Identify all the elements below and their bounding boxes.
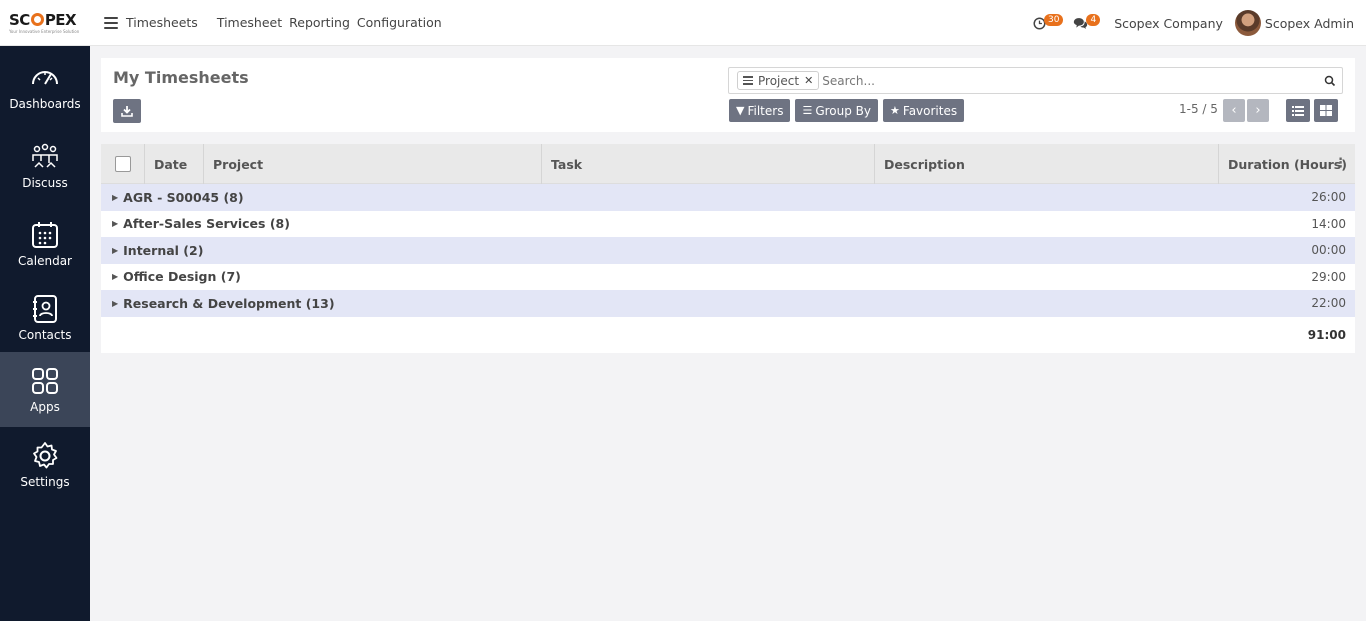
kanban-grid-icon xyxy=(1320,105,1332,116)
caret-right-icon: ▶ xyxy=(112,192,119,202)
sidebar-item-calendar[interactable]: Calendar xyxy=(0,204,90,282)
star-icon: ★ xyxy=(890,104,900,117)
activity-badge: 30 xyxy=(1044,14,1064,26)
menu-timesheet[interactable]: Timesheet xyxy=(217,15,282,30)
bars-icon: ☰ xyxy=(802,104,813,117)
top-menu: Timesheets Timesheet Reporting Configura… xyxy=(126,15,449,30)
search-input[interactable] xyxy=(822,73,1303,88)
page-title: My Timesheets xyxy=(113,68,249,87)
sidebar-item-label: Settings xyxy=(20,475,70,489)
remove-facet-icon[interactable]: ✕ xyxy=(804,74,813,87)
chevron-left-icon: ‹ xyxy=(1231,103,1237,118)
caret-right-icon: ▶ xyxy=(112,245,119,255)
sidebar-item-discuss[interactable]: Discuss xyxy=(0,126,90,204)
select-all-checkbox[interactable] xyxy=(115,156,131,172)
group-label: Research & Development (13) xyxy=(123,295,335,311)
column-header-task[interactable]: Task xyxy=(541,144,874,184)
messages-button[interactable]: 4 xyxy=(1073,14,1101,30)
timesheet-list: Date Project Task Description Duration (… xyxy=(101,144,1355,353)
total-row: 91:00 xyxy=(101,316,1355,353)
select-all-cell xyxy=(101,144,144,184)
list-icon xyxy=(1292,105,1304,116)
speedometer-icon xyxy=(32,70,58,85)
brand-logo[interactable]: SC PEX Your Innovative Enterprise Solutio… xyxy=(0,0,90,46)
menu-configuration[interactable]: Configuration xyxy=(357,15,442,30)
caret-right-icon: ▶ xyxy=(112,219,119,229)
table-header: Date Project Task Description Duration (… xyxy=(101,144,1355,184)
filter-funnel-icon: ▼ xyxy=(736,104,745,117)
group-by-button[interactable]: ☰ Group By xyxy=(795,99,879,122)
app-title-timesheets[interactable]: Timesheets xyxy=(126,15,198,30)
sidebar-item-label: Discuss xyxy=(22,175,68,190)
brand-tagline: Your Innovative Enterprise Solution xyxy=(9,28,80,34)
group-row[interactable]: ▶ After-Sales Services (8) 14:00 xyxy=(101,210,1355,237)
pager-value[interactable]: 1-5 / 5 xyxy=(1179,102,1218,116)
filters-button[interactable]: ▼ Filters xyxy=(729,99,791,122)
sidebar-item-label: Calendar xyxy=(18,253,72,268)
group-label: After-Sales Services (8) xyxy=(123,216,290,232)
column-header-duration[interactable]: Duration (Hours) ⋮ xyxy=(1218,144,1355,184)
discuss-people-icon xyxy=(32,143,58,168)
sidebar-item-contacts[interactable]: Contacts xyxy=(0,282,90,352)
sidebar-item-label: Dashboards xyxy=(9,96,81,111)
sidebar: Dashboards Discuss Calendar Contacts App… xyxy=(0,46,90,621)
user-menu[interactable]: Scopex Admin xyxy=(1265,16,1354,31)
search-options: ▼ Filters ☰ Group By ★ Favorites xyxy=(729,99,965,122)
sidebar-item-settings[interactable]: Settings xyxy=(0,427,90,502)
column-header-description[interactable]: Description xyxy=(874,144,1218,184)
column-header-date[interactable]: Date xyxy=(144,144,203,184)
search-facet-project[interactable]: Project ✕ xyxy=(737,71,820,90)
download-button[interactable] xyxy=(113,99,141,123)
activity-button[interactable]: 30 xyxy=(1033,14,1064,30)
group-row[interactable]: ▶ Internal (2) 00:00 xyxy=(101,237,1355,264)
list-view-button[interactable] xyxy=(1286,99,1310,122)
control-panel: My Timesheets Project ✕ ▼Filters ☰Group … xyxy=(101,58,1355,132)
apps-grid-icon xyxy=(32,368,58,394)
group-duration: 29:00 xyxy=(1311,269,1346,284)
sidebar-item-apps[interactable]: Apps xyxy=(0,352,90,427)
sidebar-item-label: Apps xyxy=(30,400,60,414)
facet-label: Project xyxy=(758,73,800,88)
logo-o-ring-icon xyxy=(30,12,44,26)
chevron-right-icon: › xyxy=(1255,103,1261,118)
group-label: Office Design (7) xyxy=(123,269,241,285)
group-duration: 00:00 xyxy=(1311,243,1346,258)
group-row[interactable]: ▶ Office Design (7) 29:00 xyxy=(101,263,1355,290)
gear-icon xyxy=(33,442,58,469)
group-duration: 14:00 xyxy=(1311,216,1346,231)
column-header-project[interactable]: Project xyxy=(203,144,541,184)
group-duration: 26:00 xyxy=(1311,190,1346,205)
group-by-icon xyxy=(743,76,753,85)
top-right-systray: 30 4 Scopex Company Scopex Admin xyxy=(1033,0,1354,46)
caret-right-icon: ▶ xyxy=(112,298,119,308)
group-label: Internal (2) xyxy=(123,242,204,258)
download-icon xyxy=(121,106,133,117)
kanban-view-button[interactable] xyxy=(1314,99,1338,122)
group-duration: 22:00 xyxy=(1311,296,1346,311)
search-icon[interactable] xyxy=(1324,75,1336,87)
menu-reporting[interactable]: Reporting xyxy=(289,15,350,30)
search-bar: Project ✕ xyxy=(728,67,1343,94)
caret-right-icon: ▶ xyxy=(112,272,119,282)
messages-badge: 4 xyxy=(1086,14,1101,26)
user-avatar[interactable] xyxy=(1234,10,1261,36)
total-duration: 91:00 xyxy=(1307,327,1346,342)
favorites-button[interactable]: ★ Favorites xyxy=(883,99,965,122)
hamburger-menu-icon[interactable] xyxy=(104,16,118,29)
pager-previous-button[interactable]: ‹ xyxy=(1223,99,1245,122)
sidebar-item-dashboards[interactable]: Dashboards xyxy=(0,46,90,126)
group-row[interactable]: ▶ AGR - S00045 (8) 26:00 xyxy=(101,184,1355,211)
optional-columns-icon[interactable]: ⋮ xyxy=(1334,156,1347,171)
calendar-icon xyxy=(32,221,58,248)
company-switcher[interactable]: Scopex Company xyxy=(1114,16,1223,31)
sidebar-item-label: Contacts xyxy=(18,327,72,342)
pager-next-button[interactable]: › xyxy=(1247,99,1269,122)
group-label: AGR - S00045 (8) xyxy=(123,189,244,205)
top-navbar: SC PEX Your Innovative Enterprise Solutio… xyxy=(0,0,1366,46)
group-row[interactable]: ▶ Research & Development (13) 22:00 xyxy=(101,290,1355,317)
contact-book-icon xyxy=(33,294,57,323)
